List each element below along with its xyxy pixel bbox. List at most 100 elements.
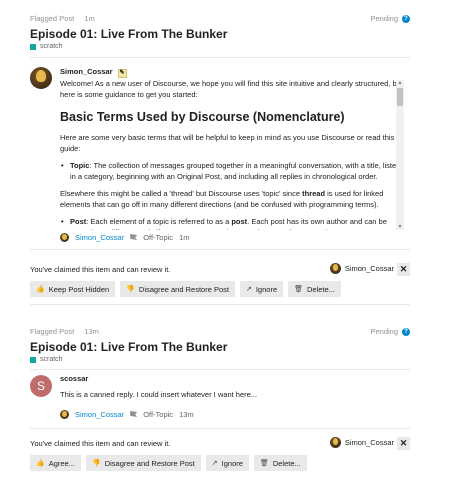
flag-icon xyxy=(130,234,138,241)
post-meta: Simon_Cossar Off-Topic 13m xyxy=(60,410,194,419)
scrollbar[interactable]: ▲ ▼ xyxy=(396,80,404,230)
delete-button[interactable]: 🗑 Delete... xyxy=(288,281,341,297)
unclaim-button[interactable]: ✕ xyxy=(397,437,410,450)
para-text: Here are some very basic terms that will… xyxy=(60,133,395,153)
term-topic: Topic xyxy=(70,161,90,170)
post-username[interactable]: scossar xyxy=(60,374,88,383)
agree-button[interactable]: 👍 Agree... xyxy=(30,455,81,471)
disagree-restore-button[interactable]: 👎 Disagree and Restore Post xyxy=(85,455,201,471)
para-text: Elsewhere this might be called a 'thread… xyxy=(60,188,405,210)
keep-post-hidden-button[interactable]: 👍 Keep Post Hidden xyxy=(30,281,116,297)
para2-bold: thread xyxy=(302,189,326,198)
topic-title[interactable]: Episode 01: Live From The Bunker xyxy=(30,27,227,41)
delete-button[interactable]: 🗑 Delete... xyxy=(253,455,307,471)
category-color-swatch xyxy=(30,356,36,363)
claim-text: You've claimed this item and can review … xyxy=(30,265,171,274)
status-label: Pending xyxy=(370,327,398,336)
post-body: This is a canned reply. I could insert w… xyxy=(60,390,258,399)
flag-header: Flagged Post 13m xyxy=(30,327,99,336)
post-heading: Basic Terms Used by Discourse (Nomenclat… xyxy=(60,110,345,124)
meta-time: 1m xyxy=(179,233,190,242)
scroll-up-arrow-icon[interactable]: ▲ xyxy=(396,80,404,86)
external-link-icon: ↗ xyxy=(211,460,218,467)
button-label: Ignore xyxy=(255,284,278,294)
external-link-icon: ↗ xyxy=(245,286,252,293)
help-icon[interactable]: ? xyxy=(402,327,410,336)
trash-icon: 🗑 xyxy=(294,286,304,293)
avatar xyxy=(329,437,341,448)
ignore-button[interactable]: ↗ Ignore xyxy=(205,455,249,471)
claim-row: You've claimed this item and can review … xyxy=(30,437,410,451)
edit-icon[interactable]: ✎ xyxy=(117,69,127,78)
button-label: Disagree and Restore Post xyxy=(104,458,195,468)
flagger-username[interactable]: Simon_Cossar xyxy=(75,233,124,242)
category-name: scratch xyxy=(40,43,63,50)
claimed-by-username: Simon_Cossar xyxy=(344,438,394,447)
post-body: Welcome! As a new user of Discourse, we … xyxy=(60,78,405,230)
ignore-button[interactable]: ↗ Ignore xyxy=(239,281,284,297)
claim-row: You've claimed this item and can review … xyxy=(30,263,410,277)
button-label: Delete... xyxy=(272,458,301,468)
para2-a: Elsewhere this might be called a 'thread… xyxy=(60,189,303,198)
button-label: Disagree and Restore Post xyxy=(138,284,229,294)
thumbs-up-icon: 👍 xyxy=(36,286,45,293)
thumbs-up-icon: 👍 xyxy=(36,460,45,467)
button-label: Ignore xyxy=(221,458,243,468)
scroll-down-arrow-icon[interactable]: ▼ xyxy=(396,224,404,230)
flagger-avatar xyxy=(60,233,69,242)
status: Pending ? xyxy=(370,14,410,23)
button-label: Keep Post Hidden xyxy=(48,284,110,294)
status: Pending ? xyxy=(370,327,410,336)
avatar[interactable] xyxy=(30,67,52,89)
flag-label: Flagged Post xyxy=(30,14,75,23)
flag-reason: Off-Topic xyxy=(143,410,174,419)
category-badge[interactable]: scratch xyxy=(30,43,63,50)
claimed-by: Simon_Cossar xyxy=(329,437,394,448)
unclaim-button[interactable]: ✕ xyxy=(397,263,410,276)
avatar[interactable]: S xyxy=(30,375,52,397)
divider xyxy=(30,304,410,305)
term-list: Post: Each element of a topic is referre… xyxy=(60,216,405,230)
help-icon[interactable]: ? xyxy=(402,14,410,23)
avatar xyxy=(329,263,341,274)
review-actions: 👍 Keep Post Hidden 👎 Disagree and Restore … xyxy=(30,281,341,297)
flag-label: Flagged Post xyxy=(30,327,75,336)
list-item: Topic: The collection of messages groupe… xyxy=(60,160,405,182)
thumbs-down-icon: 👎 xyxy=(126,286,135,293)
flag-icon xyxy=(130,411,138,418)
term-post: Post xyxy=(70,217,87,226)
flagger-avatar xyxy=(60,410,69,419)
category-color-swatch xyxy=(30,43,36,50)
disagree-restore-button[interactable]: 👎 Disagree and Restore Post xyxy=(120,281,235,297)
meta-time: 13m xyxy=(179,410,194,419)
flag-header: Flagged Post 1m xyxy=(30,14,95,23)
post-meta: Simon_Cossar Off-Topic 1m xyxy=(60,233,189,242)
category-badge[interactable]: scratch xyxy=(30,356,63,363)
button-label: Delete... xyxy=(307,284,335,294)
term-list: Topic: The collection of messages groupe… xyxy=(60,160,405,182)
claimed-by: Simon_Cossar xyxy=(329,263,394,274)
topic-title[interactable]: Episode 01: Live From The Bunker xyxy=(30,340,227,354)
post-def-bold: post xyxy=(231,217,248,226)
post-username: Simon_Cossar ✎ xyxy=(60,67,127,78)
flag-time: 1m xyxy=(84,14,95,23)
username-text[interactable]: Simon_Cossar xyxy=(60,67,113,76)
scroll-thumb[interactable] xyxy=(397,88,403,106)
status-label: Pending xyxy=(370,14,398,23)
post-container: S scossar This is a canned reply. I coul… xyxy=(30,369,410,429)
category-name: scratch xyxy=(40,356,63,363)
term-topic-def: : The collection of messages grouped tog… xyxy=(70,161,401,181)
claimed-by-username: Simon_Cossar xyxy=(344,264,394,273)
flag-reason: Off-Topic xyxy=(143,233,174,242)
review-actions: 👍 Agree... 👎 Disagree and Restore Post ↗ Ig… xyxy=(30,455,307,471)
intro-text: Welcome! As a new user of Discourse, we … xyxy=(60,79,403,99)
thumbs-down-icon: 👎 xyxy=(91,460,101,467)
flagger-username[interactable]: Simon_Cossar xyxy=(75,410,124,419)
post-def-a: : Each element of a topic is referred to… xyxy=(86,217,232,226)
button-label: Agree... xyxy=(48,458,75,468)
flag-time: 13m xyxy=(84,327,99,336)
claim-text: You've claimed this item and can review … xyxy=(30,439,171,448)
post-container: Simon_Cossar ✎ Welcome! As a new user of … xyxy=(30,57,410,250)
trash-icon: 🗑 xyxy=(259,460,269,467)
list-item: Post: Each element of a topic is referre… xyxy=(60,216,405,230)
